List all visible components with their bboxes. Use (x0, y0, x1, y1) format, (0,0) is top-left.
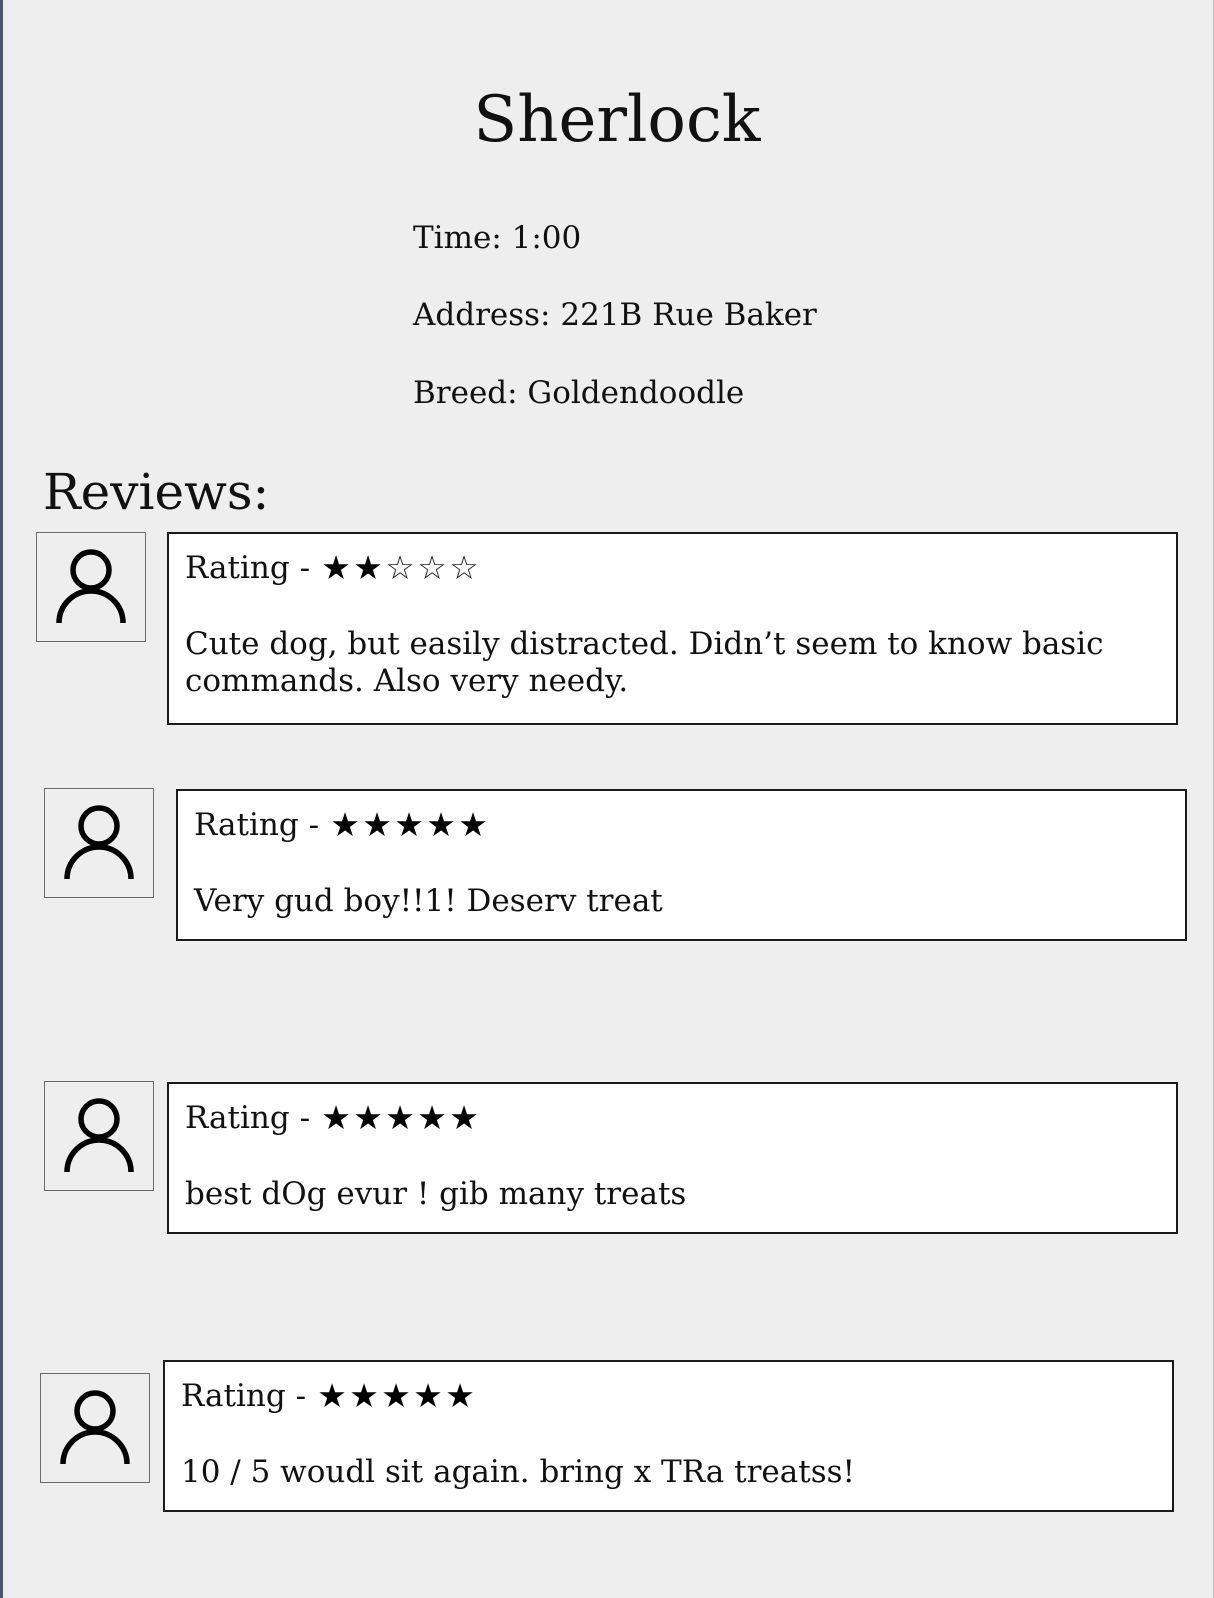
star-filled-icon: ★ (394, 805, 424, 844)
star-rating: ★ ★ ★ ★ ★ (329, 807, 489, 843)
star-filled-icon: ★ (330, 805, 360, 844)
reviewer-avatar[interactable] (44, 1081, 154, 1191)
rating-label: Rating - (194, 807, 320, 843)
star-filled-icon: ★ (385, 1098, 415, 1137)
rating-label: Rating - (185, 1100, 311, 1136)
dog-address: Address: 221B Rue Baker (413, 297, 817, 333)
review-text: Very gud boy!!1! Deserv treat (194, 883, 663, 919)
dog-time: Time: 1:00 (413, 220, 582, 256)
window-edge-left (0, 0, 3, 1598)
dog-breed: Breed: Goldendoodle (413, 375, 745, 411)
review-card: Rating - ★ ★ ☆ ☆ ☆ Cute dog, but easily dist… (167, 532, 1178, 725)
star-filled-icon: ★ (413, 1376, 443, 1415)
review-card: Rating - ★ ★ ★ ★ ★ 10 / 5 woudl sit again. b… (163, 1360, 1174, 1512)
star-filled-icon: ★ (445, 1376, 475, 1415)
star-rating: ★ ★ ★ ★ ★ (320, 1100, 480, 1136)
star-empty-icon: ☆ (449, 548, 479, 587)
star-filled-icon: ★ (417, 1098, 447, 1137)
star-filled-icon: ★ (321, 1098, 351, 1137)
user-icon (64, 1098, 134, 1173)
star-empty-icon: ☆ (417, 548, 447, 587)
reviewer-avatar[interactable] (36, 532, 146, 642)
star-filled-icon: ★ (458, 805, 488, 844)
rating-label: Rating - (185, 550, 311, 586)
star-filled-icon: ★ (353, 1098, 383, 1137)
star-filled-icon: ★ (353, 548, 383, 587)
reviews-heading: Reviews: (43, 463, 270, 521)
review-text: Cute dog, but easily distracted. Didn’t … (185, 626, 1104, 699)
star-filled-icon: ★ (362, 805, 392, 844)
star-filled-icon: ★ (426, 805, 456, 844)
star-empty-icon: ☆ (385, 548, 415, 587)
star-filled-icon: ★ (349, 1376, 379, 1415)
star-filled-icon: ★ (321, 548, 351, 587)
reviewer-avatar[interactable] (44, 788, 154, 898)
review-card: Rating - ★ ★ ★ ★ ★ Very gud boy!!1! Deserv t… (176, 789, 1187, 941)
review-text: 10 / 5 woudl sit again. bring x TRa trea… (181, 1454, 855, 1490)
dog-name-title: Sherlock (473, 83, 761, 157)
star-rating: ★ ★ ★ ★ ★ (316, 1378, 476, 1414)
rating-row: Rating - ★ ★ ★ ★ ★ (194, 805, 1169, 845)
rating-row: Rating - ★ ★ ★ ★ ★ (181, 1376, 1156, 1416)
star-rating: ★ ★ ☆ ☆ ☆ (320, 550, 480, 586)
star-filled-icon: ★ (449, 1098, 479, 1137)
rating-label: Rating - (181, 1378, 307, 1414)
star-filled-icon: ★ (317, 1376, 347, 1415)
user-icon (60, 1390, 130, 1465)
review-card: Rating - ★ ★ ★ ★ ★ best dOg evur ! gib many … (167, 1082, 1178, 1234)
rating-row: Rating - ★ ★ ☆ ☆ ☆ (185, 548, 1160, 588)
star-filled-icon: ★ (381, 1376, 411, 1415)
user-icon (64, 805, 134, 880)
reviewer-avatar[interactable] (40, 1373, 150, 1483)
user-icon (56, 549, 126, 624)
review-text: best dOg evur ! gib many treats (185, 1176, 687, 1212)
rating-row: Rating - ★ ★ ★ ★ ★ (185, 1098, 1160, 1138)
